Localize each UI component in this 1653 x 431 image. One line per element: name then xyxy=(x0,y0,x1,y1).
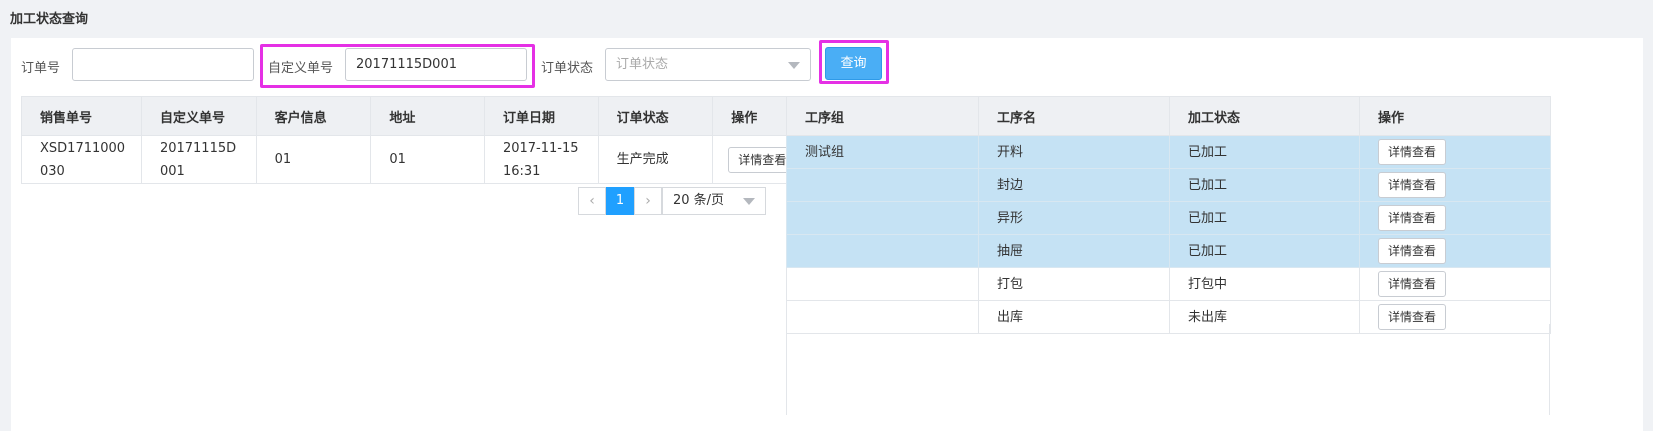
table-row[interactable]: 抽屉 已加工 详情查看 xyxy=(786,234,1551,268)
action-cell: 详情查看 xyxy=(1359,234,1551,268)
col-process-status: 加工状态 xyxy=(1169,96,1360,136)
order-no-label: 订单号 xyxy=(21,61,61,76)
detail-button[interactable]: 详情查看 xyxy=(1378,139,1447,165)
col-process-action: 操作 xyxy=(1359,96,1551,136)
group-cell: 测试组 xyxy=(786,135,979,169)
detail-button[interactable]: 详情查看 xyxy=(1378,205,1447,231)
order-no-input[interactable] xyxy=(72,48,254,81)
status-cell: 打包中 xyxy=(1169,267,1360,301)
col-custom-no: 自定义单号 xyxy=(140,96,257,136)
detail-button[interactable]: 详情查看 xyxy=(1378,238,1447,264)
status-cell: 生产完成 xyxy=(597,135,714,184)
name-cell: 打包 xyxy=(978,267,1170,301)
process-table: 工序组 工序名 加工状态 操作 测试组 开料 已加工 详情查看 封边 已加工 详… xyxy=(786,96,1551,334)
group-cell xyxy=(786,201,979,235)
page-size-value: 20 条/页 xyxy=(673,193,725,208)
process-table-empty-area xyxy=(786,324,1550,415)
group-cell xyxy=(786,168,979,202)
status-cell: 已加工 xyxy=(1169,201,1360,235)
col-process-name: 工序名 xyxy=(978,96,1170,136)
custom-no-cell: 20171115D 001 xyxy=(140,135,257,184)
order-table-header: 销售单号 自定义单号 客户信息 地址 订单日期 订单状态 操作 xyxy=(21,96,827,136)
action-cell: 详情查看 xyxy=(1359,267,1551,301)
col-sales-no: 销售单号 xyxy=(21,96,142,136)
status-cell: 已加工 xyxy=(1169,168,1360,202)
table-row[interactable]: 测试组 开料 已加工 详情查看 xyxy=(786,135,1551,169)
action-cell: 详情查看 xyxy=(1359,168,1551,202)
chevron-down-icon xyxy=(743,198,755,205)
detail-button[interactable]: 详情查看 xyxy=(1378,271,1447,297)
col-process-group: 工序组 xyxy=(786,96,979,136)
col-address: 地址 xyxy=(370,96,485,136)
chevron-down-icon xyxy=(788,62,800,69)
name-cell: 开料 xyxy=(978,135,1170,169)
col-order-status: 订单状态 xyxy=(597,96,714,136)
query-button[interactable]: 查询 xyxy=(825,47,882,80)
next-page-icon[interactable]: › xyxy=(634,187,662,215)
table-row[interactable]: XSD1711000 030 20171115D 001 01 01 2017-11… xyxy=(21,135,827,184)
page-title: 加工状态查询 xyxy=(10,12,89,27)
prev-page-icon[interactable]: ‹ xyxy=(578,187,606,215)
col-customer: 客户信息 xyxy=(255,96,372,136)
pagination: ‹ 1 › 20 条/页 xyxy=(578,187,766,215)
date-cell: 2017-11-15 16:31 xyxy=(483,135,599,184)
name-cell: 封边 xyxy=(978,168,1170,202)
table-row[interactable]: 打包 打包中 详情查看 xyxy=(786,267,1551,301)
col-order-date: 订单日期 xyxy=(483,96,599,136)
action-cell: 详情查看 xyxy=(1359,201,1551,235)
page-size-select[interactable]: 20 条/页 xyxy=(662,187,766,215)
status-cell: 已加工 xyxy=(1169,135,1360,169)
order-status-select[interactable]: 订单状态 xyxy=(605,48,811,81)
name-cell: 异形 xyxy=(978,201,1170,235)
table-row[interactable]: 异形 已加工 详情查看 xyxy=(786,201,1551,235)
order-status-label: 订单状态 xyxy=(541,61,594,76)
name-cell: 抽屉 xyxy=(978,234,1170,268)
process-table-header: 工序组 工序名 加工状态 操作 xyxy=(786,96,1551,136)
page-number-current[interactable]: 1 xyxy=(606,187,634,215)
order-status-placeholder: 订单状态 xyxy=(616,57,669,72)
custom-no-input[interactable]: 20171115D001 xyxy=(345,48,527,81)
group-cell xyxy=(786,234,979,268)
order-table: 销售单号 自定义单号 客户信息 地址 订单日期 订单状态 操作 XSD17110… xyxy=(21,96,827,184)
custom-no-label: 自定义单号 xyxy=(268,61,334,76)
sales-no-cell: XSD1711000 030 xyxy=(21,135,142,184)
group-cell xyxy=(786,267,979,301)
action-cell: 详情查看 xyxy=(1359,135,1551,169)
status-cell: 已加工 xyxy=(1169,234,1360,268)
customer-cell: 01 xyxy=(255,135,372,184)
table-row[interactable]: 封边 已加工 详情查看 xyxy=(786,168,1551,202)
detail-button[interactable]: 详情查看 xyxy=(1378,172,1447,198)
address-cell: 01 xyxy=(370,135,485,184)
